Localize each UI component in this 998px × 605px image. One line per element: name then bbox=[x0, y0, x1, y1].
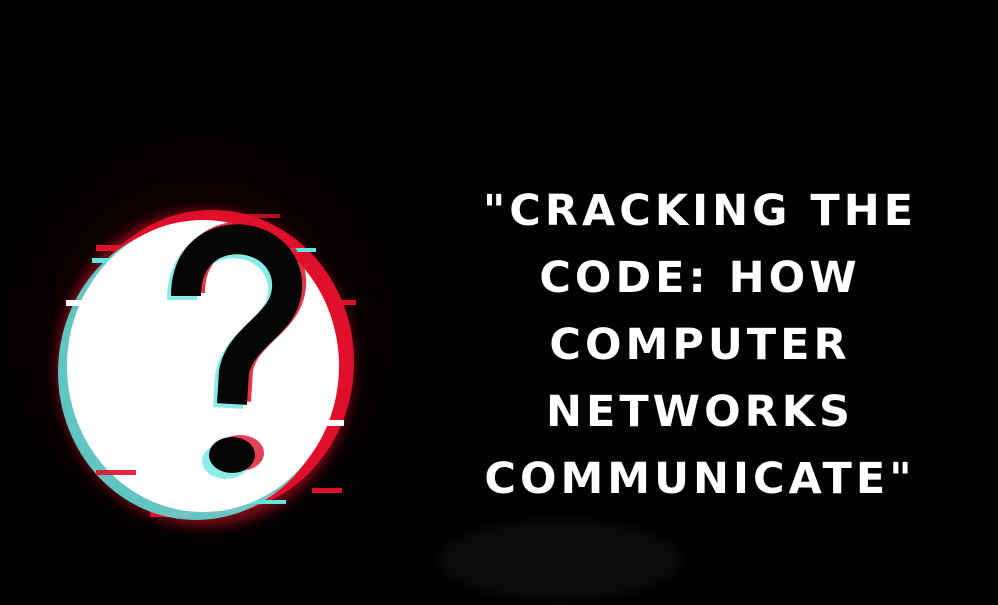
title-line-3: COMPUTER bbox=[549, 320, 851, 370]
title-text: "CRACKING THE CODE: HOW COMPUTER NETWORK… bbox=[430, 178, 970, 513]
title-line-2: CODE: HOW bbox=[539, 253, 861, 303]
title-line-5: COMMUNICATE" bbox=[484, 454, 916, 504]
title-line-1: "CRACKING THE bbox=[482, 186, 918, 236]
smoke-texture bbox=[440, 520, 680, 600]
title-line-4: NETWORKS bbox=[545, 387, 855, 437]
thumbnail-canvas: "CRACKING THE CODE: HOW COMPUTER NETWORK… bbox=[0, 0, 998, 605]
